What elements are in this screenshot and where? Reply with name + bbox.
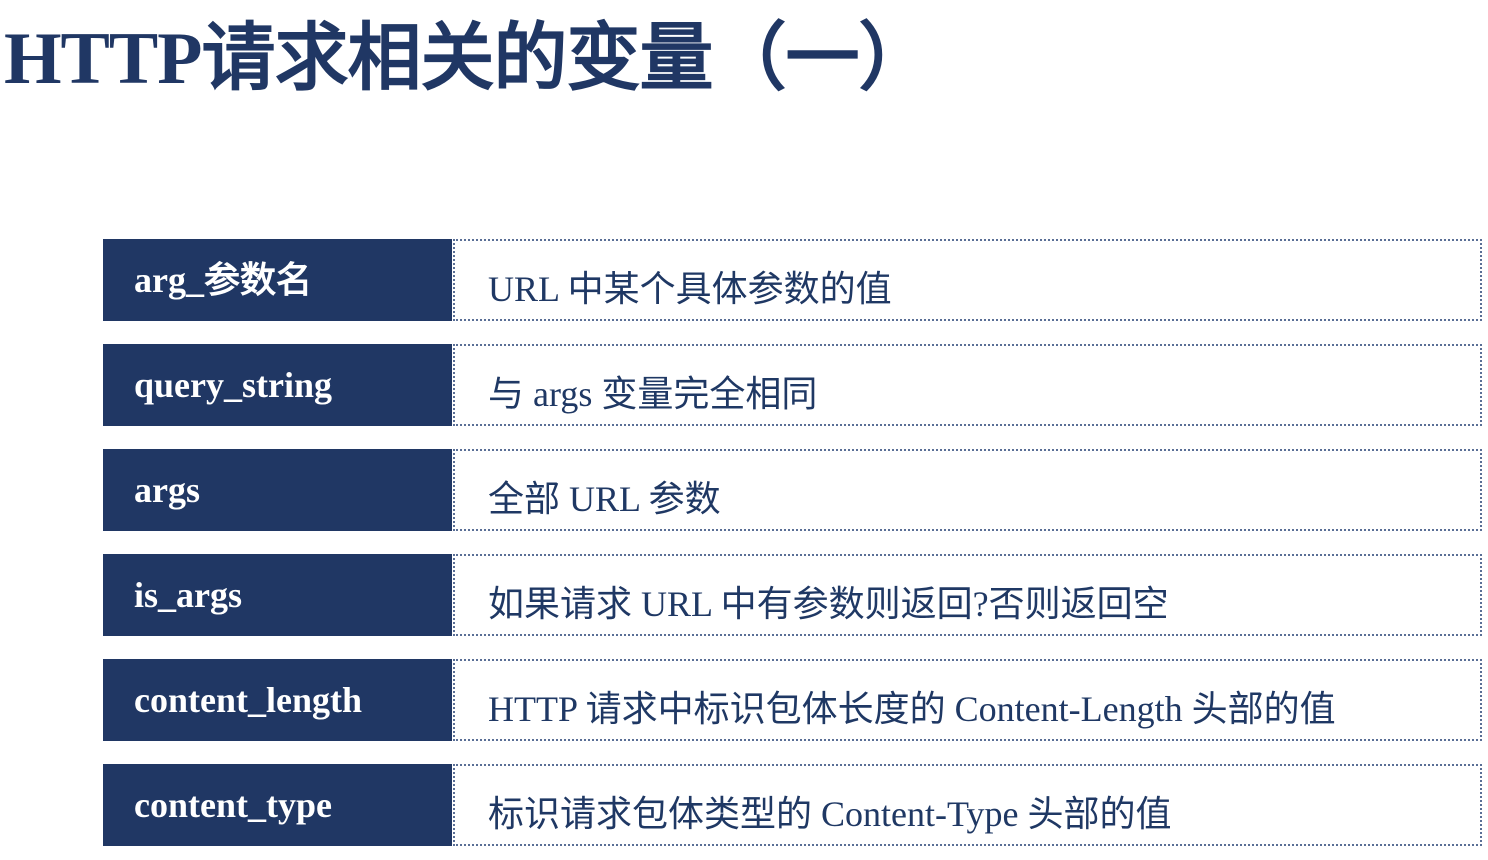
table-row: args 全部 URL 参数 [103, 449, 1482, 531]
table-row: is_args 如果请求 URL 中有参数则返回?否则返回空 [103, 554, 1482, 636]
variable-description: 全部 URL 参数 [453, 449, 1482, 531]
variable-description: 与 args 变量完全相同 [453, 344, 1482, 426]
variable-description: 标识请求包体类型的 Content-Type 头部的值 [453, 764, 1482, 846]
variable-name: query_string [103, 344, 452, 426]
variable-name: arg_参数名 [103, 239, 452, 321]
variable-description: 如果请求 URL 中有参数则返回?否则返回空 [453, 554, 1482, 636]
variable-description: HTTP 请求中标识包体长度的 Content-Length 头部的值 [453, 659, 1482, 741]
variable-description: URL 中某个具体参数的值 [453, 239, 1482, 321]
variables-table: arg_参数名 URL 中某个具体参数的值 query_string 与 arg… [103, 239, 1482, 846]
page-title: HTTP请求相关的变量（一） [4, 18, 932, 100]
variable-name: is_args [103, 554, 452, 636]
table-row: arg_参数名 URL 中某个具体参数的值 [103, 239, 1482, 321]
table-row: content_type 标识请求包体类型的 Content-Type 头部的值 [103, 764, 1482, 846]
table-row: query_string 与 args 变量完全相同 [103, 344, 1482, 426]
variable-name: args [103, 449, 452, 531]
table-row: content_length HTTP 请求中标识包体长度的 Content-L… [103, 659, 1482, 741]
variable-name: content_type [103, 764, 452, 846]
variable-name: content_length [103, 659, 452, 741]
